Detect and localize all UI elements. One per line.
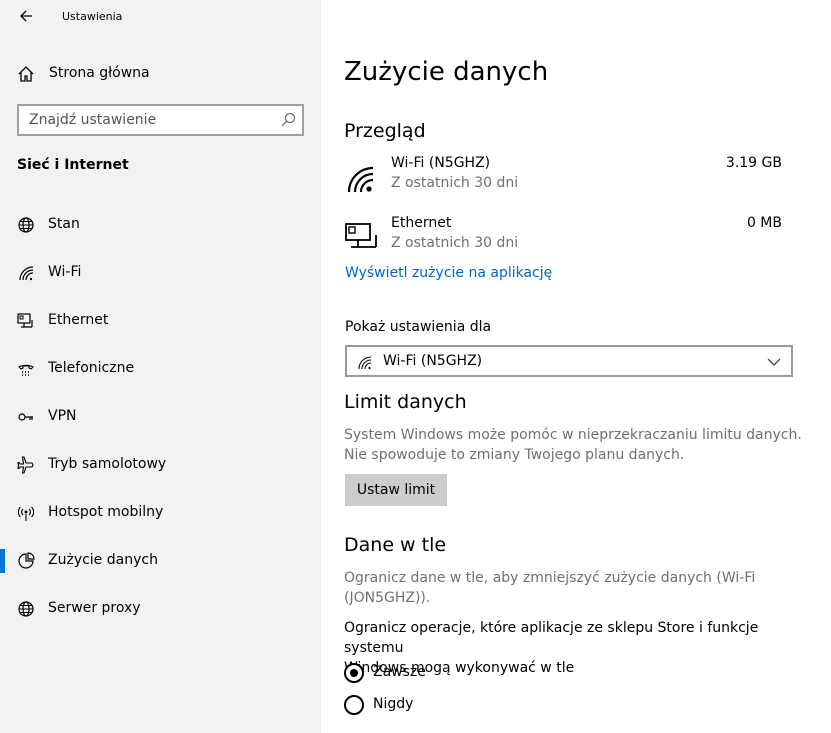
data-usage-icon bbox=[18, 552, 35, 569]
ethernet-icon bbox=[345, 223, 377, 248]
sidebar-item-airplane[interactable]: Tryb samolotowy bbox=[0, 445, 321, 485]
network-name: Ethernet bbox=[391, 215, 452, 231]
radio-dot bbox=[350, 669, 358, 677]
sidebar-item-ethernet[interactable]: Ethernet bbox=[0, 301, 321, 341]
wifi-icon bbox=[347, 166, 374, 193]
sidebar-item-label: Serwer proxy bbox=[48, 600, 141, 616]
globe-icon bbox=[18, 217, 34, 233]
title-bar: Ustawienia bbox=[0, 0, 321, 34]
radio-never[interactable]: Nigdy bbox=[344, 694, 544, 718]
view-usage-per-app-link[interactable]: Wyświetl zużycie na aplikację bbox=[345, 265, 552, 281]
active-indicator bbox=[0, 549, 5, 573]
sidebar-item-telefoniczne[interactable]: Telefoniczne bbox=[0, 349, 321, 389]
globe-icon bbox=[18, 601, 34, 617]
background-data-heading: Dane w tle bbox=[344, 534, 447, 556]
home-label: Strona główna bbox=[49, 65, 150, 81]
overview-row-ethernet: Ethernet Z ostatnich 30 dni 0 MB bbox=[344, 215, 794, 259]
search-icon bbox=[281, 112, 296, 127]
wifi-icon bbox=[19, 266, 34, 281]
sidebar-item-label: Wi-Fi bbox=[48, 264, 82, 280]
airplane-icon bbox=[17, 456, 34, 474]
network-period: Z ostatnich 30 dni bbox=[391, 175, 519, 191]
back-button[interactable] bbox=[14, 4, 38, 28]
show-settings-label: Pokaż ustawienia dla bbox=[345, 319, 492, 335]
radio-label: Nigdy bbox=[373, 696, 414, 712]
network-select[interactable]: Wi-Fi (N5GHZ) bbox=[345, 345, 793, 377]
data-limit-desc-line: System Windows może pomóc w nieprzekracz… bbox=[344, 427, 802, 443]
app-title: Ustawienia bbox=[62, 10, 123, 23]
network-period: Z ostatnich 30 dni bbox=[391, 235, 519, 251]
data-limit-heading: Limit danych bbox=[344, 391, 467, 413]
dialup-icon bbox=[18, 364, 34, 376]
background-desc-line: Ogranicz dane w tle, aby zmniejszyć zuży… bbox=[344, 570, 756, 586]
sidebar-item-stan[interactable]: Stan bbox=[0, 205, 321, 245]
network-usage: 0 MB bbox=[746, 215, 782, 231]
set-limit-button[interactable]: Ustaw limit bbox=[345, 474, 447, 506]
overview-heading: Przegląd bbox=[344, 120, 426, 142]
chevron-down-icon bbox=[767, 358, 781, 366]
sidebar-item-label: Zużycie danych bbox=[48, 552, 158, 568]
sidebar-item-label: Stan bbox=[48, 216, 80, 232]
network-select-value: Wi-Fi (N5GHZ) bbox=[383, 353, 483, 369]
data-limit-desc-line: Nie spowoduje to zmiany Twojego planu da… bbox=[344, 447, 685, 463]
background-data-description: Ogranicz dane w tle, aby zmniejszyć zuży… bbox=[344, 568, 804, 608]
background-desc-line: (JON5GHZ)). bbox=[344, 590, 431, 606]
home-icon bbox=[18, 66, 34, 82]
search-input[interactable]: Znajdź ustawienie bbox=[17, 104, 304, 136]
sidebar-item-label: Tryb samolotowy bbox=[48, 456, 167, 472]
wifi-icon bbox=[358, 356, 372, 370]
data-limit-description: System Windows może pomóc w nieprzekracz… bbox=[344, 425, 804, 465]
network-usage: 3.19 GB bbox=[725, 155, 782, 171]
sidebar-item-vpn[interactable]: VPN bbox=[0, 397, 321, 437]
vpn-icon bbox=[18, 413, 33, 421]
radio-label: Zawsze bbox=[373, 664, 426, 680]
sidebar-item-label: Hotspot mobilny bbox=[48, 504, 164, 520]
sidebar-item-label: Ethernet bbox=[48, 312, 109, 328]
sidebar-item-data-usage[interactable]: Zużycie danych bbox=[0, 541, 321, 581]
overview-row-wifi: Wi-Fi (N5GHZ) Z ostatnich 30 dni 3.19 GB bbox=[344, 155, 794, 199]
back-arrow-icon bbox=[20, 10, 32, 22]
background-text-line: Ogranicz operacje, które aplikacje ze sk… bbox=[344, 620, 759, 656]
sidebar: Ustawienia Strona główna Znajdź ustawien… bbox=[0, 0, 321, 733]
ethernet-icon bbox=[17, 313, 33, 328]
sidebar-item-proxy[interactable]: Serwer proxy bbox=[0, 589, 321, 629]
radio-circle bbox=[344, 663, 364, 683]
network-name: Wi-Fi (N5GHZ) bbox=[391, 155, 491, 171]
main-content: Zużycie danych Przegląd Wi-Fi (N5GHZ) Z … bbox=[321, 0, 831, 733]
hotspot-icon bbox=[17, 506, 35, 521]
radio-always[interactable]: Zawsze bbox=[344, 662, 544, 686]
sidebar-item-label: VPN bbox=[48, 408, 77, 424]
sidebar-item-label: Telefoniczne bbox=[48, 360, 135, 376]
page-title: Zużycie danych bbox=[344, 57, 549, 87]
home-link[interactable]: Strona główna bbox=[0, 56, 321, 92]
section-title: Sieć i Internet bbox=[17, 157, 129, 173]
sidebar-item-wifi[interactable]: Wi-Fi bbox=[0, 253, 321, 293]
radio-circle bbox=[344, 695, 364, 715]
search-placeholder: Znajdź ustawienie bbox=[29, 112, 157, 128]
sidebar-item-hotspot[interactable]: Hotspot mobilny bbox=[0, 493, 321, 533]
